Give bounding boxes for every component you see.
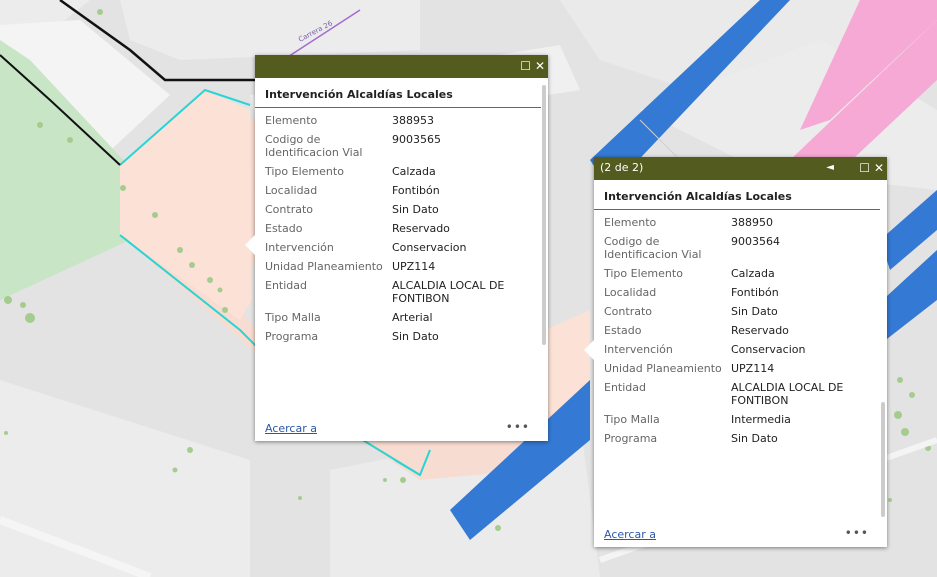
field-value: Sin Dato xyxy=(392,203,439,216)
field-value: 388950 xyxy=(731,216,773,229)
field-value: Calzada xyxy=(392,165,436,178)
table-row: Contrato Sin Dato xyxy=(265,203,528,222)
field-label: Unidad Planeamiento xyxy=(265,260,383,273)
attribute-table: Elemento 388953 Codigo de Identificacion … xyxy=(265,114,528,349)
popup-scrollbar[interactable] xyxy=(881,402,885,517)
more-actions-icon[interactable]: ••• xyxy=(506,420,530,434)
popup-content: Intervención Alcaldías Locales Elemento 3… xyxy=(255,78,548,419)
field-label: Codigo de Identificacion Vial xyxy=(604,235,702,261)
field-value: Sin Dato xyxy=(731,432,778,445)
popup-titlebar: (2 de 2) ◄ ☐ ✕ xyxy=(594,157,887,180)
popup-content: Intervención Alcaldías Locales Elemento 3… xyxy=(594,180,887,525)
field-value: Reservado xyxy=(392,222,450,235)
close-icon[interactable]: ✕ xyxy=(535,59,545,73)
table-row: Entidad ALCALDIA LOCAL DE FONTIBON xyxy=(265,279,528,311)
field-label: Elemento xyxy=(604,216,657,229)
field-value: Conservacion xyxy=(392,241,467,254)
popup-titlebar: ☐ ✕ xyxy=(255,55,548,78)
field-value: 9003564 xyxy=(731,235,780,248)
table-row: Estado Reservado xyxy=(265,222,528,241)
popup-scrollbar[interactable] xyxy=(542,85,546,345)
field-value: Calzada xyxy=(731,267,775,280)
field-label: Programa xyxy=(265,330,319,343)
field-label: Intervención xyxy=(265,241,334,254)
field-label: Intervención xyxy=(604,343,673,356)
field-value: ALCALDIA LOCAL DE FONTIBON xyxy=(731,381,844,407)
field-label: Entidad xyxy=(604,381,646,394)
field-label: Contrato xyxy=(265,203,314,216)
field-label: Localidad xyxy=(604,286,657,299)
table-row: Unidad Planeamiento UPZ114 xyxy=(604,362,867,381)
field-label: Codigo de Identificacion Vial xyxy=(265,133,363,159)
field-value: 388953 xyxy=(392,114,434,127)
feature-count: (2 de 2) xyxy=(600,161,644,174)
field-label: Entidad xyxy=(265,279,307,292)
table-row: Tipo Elemento Calzada xyxy=(604,267,867,286)
field-label: Estado xyxy=(265,222,303,235)
popup-title: Intervención Alcaldías Locales xyxy=(255,78,541,108)
field-label: Estado xyxy=(604,324,642,337)
table-row: Localidad Fontibón xyxy=(265,184,528,203)
field-value: Intermedia xyxy=(731,413,791,426)
zoom-to-link[interactable]: Acercar a xyxy=(265,422,317,435)
field-label: Tipo Elemento xyxy=(604,267,683,280)
field-value: Sin Dato xyxy=(731,305,778,318)
popup-right: (2 de 2) ◄ ☐ ✕ Intervención Alcaldías Lo… xyxy=(584,157,887,547)
table-row: Intervención Conservacion xyxy=(604,343,867,362)
popup-footer: Acercar a ••• xyxy=(265,420,538,437)
table-row: Codigo de Identificacion Vial 9003564 xyxy=(604,235,867,267)
field-value: Sin Dato xyxy=(392,330,439,343)
field-label: Contrato xyxy=(604,305,653,318)
table-row: Elemento 388950 xyxy=(604,216,867,235)
popup-pointer xyxy=(584,340,594,360)
table-row: Entidad ALCALDIA LOCAL DE FONTIBON xyxy=(604,381,867,413)
popup-title: Intervención Alcaldías Locales xyxy=(594,180,880,210)
table-row: Elemento 388953 xyxy=(265,114,528,133)
table-row: Localidad Fontibón xyxy=(604,286,867,305)
popup-pointer xyxy=(245,235,255,255)
table-row: Tipo Elemento Calzada xyxy=(265,165,528,184)
field-label: Tipo Malla xyxy=(265,311,321,324)
table-row: Intervención Conservacion xyxy=(265,241,528,260)
field-value: Arterial xyxy=(392,311,433,324)
table-row: Unidad Planeamiento UPZ114 xyxy=(265,260,528,279)
field-value: UPZ114 xyxy=(392,260,436,273)
maximize-icon[interactable]: ☐ xyxy=(859,161,870,175)
zoom-to-link[interactable]: Acercar a xyxy=(604,528,656,541)
more-actions-icon[interactable]: ••• xyxy=(845,526,869,540)
field-label: Programa xyxy=(604,432,658,445)
table-row: Tipo Malla Arterial xyxy=(265,311,528,330)
popup-left: ☐ ✕ Intervención Alcaldías Locales Eleme… xyxy=(245,55,548,441)
field-value: UPZ114 xyxy=(731,362,775,375)
maximize-icon[interactable]: ☐ xyxy=(520,59,531,73)
field-value: 9003565 xyxy=(392,133,441,146)
field-value: Reservado xyxy=(731,324,789,337)
previous-icon[interactable]: ◄ xyxy=(826,161,834,175)
table-row: Tipo Malla Intermedia xyxy=(604,413,867,432)
attribute-table: Elemento 388950 Codigo de Identificacion … xyxy=(604,216,867,451)
table-row: Codigo de Identificacion Vial 9003565 xyxy=(265,133,528,165)
field-value: Fontibón xyxy=(392,184,440,197)
table-row: Contrato Sin Dato xyxy=(604,305,867,324)
field-label: Elemento xyxy=(265,114,318,127)
field-value: Conservacion xyxy=(731,343,806,356)
field-label: Tipo Malla xyxy=(604,413,660,426)
table-row: Programa Sin Dato xyxy=(604,432,867,451)
table-row: Estado Reservado xyxy=(604,324,867,343)
field-value: ALCALDIA LOCAL DE FONTIBON xyxy=(392,279,505,305)
field-label: Unidad Planeamiento xyxy=(604,362,722,375)
table-row: Programa Sin Dato xyxy=(265,330,528,349)
field-label: Tipo Elemento xyxy=(265,165,344,178)
popup-footer: Acercar a ••• xyxy=(604,526,877,543)
field-label: Localidad xyxy=(265,184,318,197)
field-value: Fontibón xyxy=(731,286,779,299)
close-icon[interactable]: ✕ xyxy=(874,161,884,175)
